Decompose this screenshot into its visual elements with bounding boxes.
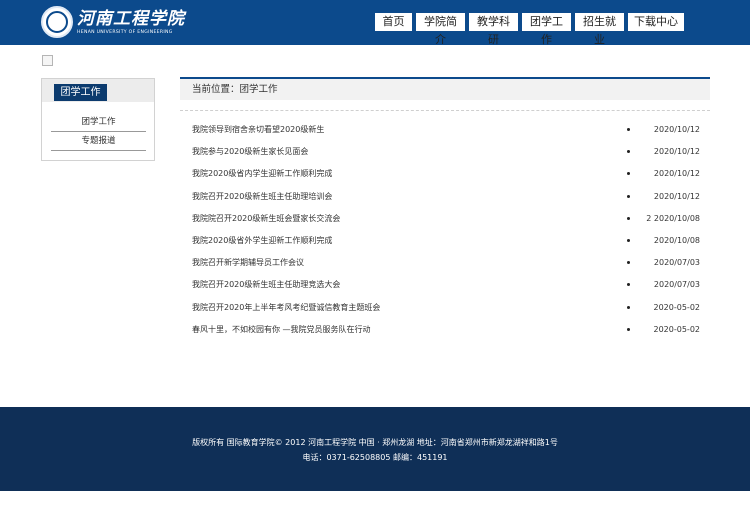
nav-student-affairs[interactable]: 团学工作	[522, 13, 571, 46]
nav-admissions[interactable]: 招生就业	[575, 13, 624, 46]
bullet-icon	[627, 217, 630, 220]
news-title[interactable]: 我院召开2020年上半年考风考纪暨诚信教育主题班会	[192, 301, 380, 315]
site-header: 河南工程学院 HENAN UNIVERSITY OF ENGINEERING 首…	[0, 0, 750, 46]
news-item[interactable]: 我院院召开2020级新生班会暨家长交流会 2 2020/10/08	[192, 212, 700, 226]
news-title[interactable]: 我院领导到宿舍亲切看望2020级新生	[192, 123, 324, 137]
bullet-icon	[627, 195, 630, 198]
news-title[interactable]: 我院召开2020级新生班主任助理培训会	[192, 190, 332, 204]
sidebar-item-special-reports[interactable]: 专题报道	[51, 132, 146, 151]
bullet-icon	[627, 261, 630, 264]
news-item[interactable]: 我院2020级省外学生迎新工作顺利完成 2020/10/08	[192, 234, 700, 248]
sidebar-item-student-affairs[interactable]: 团学工作	[51, 113, 146, 132]
news-date: 2020/07/03	[653, 258, 700, 267]
news-date: 2020-05-02	[653, 303, 701, 312]
news-item[interactable]: 我院召开2020年上半年考风考纪暨诚信教育主题班会 2020-05-02	[192, 301, 700, 315]
news-date: 2020/10/12	[653, 192, 700, 201]
news-date: 2020/10/08	[653, 236, 700, 245]
news-item[interactable]: 我院召开新学期辅导员工作会议 2020/07/03	[192, 256, 700, 270]
site-footer: 版权所有 国际教育学院© 2012 河南工程学院 中国 · 郑州龙湖 地址：河南…	[0, 407, 750, 491]
news-date: 2 2020/10/08	[646, 214, 700, 223]
news-title[interactable]: 我院参与2020级新生家长见面会	[192, 145, 308, 159]
bullet-icon	[627, 328, 630, 331]
footer-copyright: 版权所有 国际教育学院© 2012 河南工程学院 中国 · 郑州龙湖 地址：河南…	[192, 438, 558, 447]
news-date: 2020/10/12	[653, 125, 700, 134]
site-logo[interactable]: 河南工程学院 HENAN UNIVERSITY OF ENGINEERING	[41, 5, 185, 39]
news-item[interactable]: 我院领导到宿舍亲切看望2020级新生 2020/10/12	[192, 123, 700, 137]
bullet-icon	[627, 306, 630, 309]
logo-chinese-name: 河南工程学院	[77, 8, 185, 29]
breadcrumb-bar: 当前位置：团学工作	[180, 79, 710, 100]
divider	[180, 110, 710, 111]
news-date: 2020-05-02	[653, 325, 701, 334]
nav-downloads[interactable]: 下载中心	[628, 13, 684, 31]
news-title[interactable]: 我院召开新学期辅导员工作会议	[192, 256, 304, 270]
news-item[interactable]: 我院召开2020级新生班主任助理培训会 2020/10/12	[192, 190, 700, 204]
news-date: 2020/10/12	[653, 147, 700, 156]
logo-english-name: HENAN UNIVERSITY OF ENGINEERING	[77, 29, 173, 35]
nav-teaching-research[interactable]: 教学科研	[469, 13, 518, 46]
news-title[interactable]: 春风十里，不如校园有你 —我院党员服务队在行动	[192, 323, 371, 337]
news-item[interactable]: 春风十里，不如校园有你 —我院党员服务队在行动 2020-05-02	[192, 323, 700, 337]
breadcrumb: 当前位置：团学工作	[192, 84, 278, 95]
bullet-icon	[627, 239, 630, 242]
news-title[interactable]: 我院召开2020级新生班主任助理竞选大会	[192, 278, 340, 292]
main-nav: 首页 学院简介 教学科研 团学工作 招生就业 下载中心	[375, 13, 688, 46]
broken-image-icon	[42, 55, 53, 66]
news-title[interactable]: 我院2020级省外学生迎新工作顺利完成	[192, 234, 332, 248]
news-item[interactable]: 我院参与2020级新生家长见面会 2020/10/12	[192, 145, 700, 159]
sidebar-title: 团学工作	[54, 84, 107, 101]
bullet-icon	[627, 172, 630, 175]
news-item[interactable]: 我院2020级省内学生迎新工作顺利完成 2020/10/12	[192, 167, 700, 181]
news-title[interactable]: 我院院召开2020级新生班会暨家长交流会	[192, 212, 340, 226]
nav-about[interactable]: 学院简介	[416, 13, 465, 46]
news-date: 2020/07/03	[653, 280, 700, 289]
footer-contact: 电话：0371-62508805 邮编：451191	[302, 453, 448, 462]
nav-home[interactable]: 首页	[375, 13, 412, 31]
university-seal-icon	[41, 6, 73, 38]
bullet-icon	[627, 150, 630, 153]
news-title[interactable]: 我院2020级省内学生迎新工作顺利完成	[192, 167, 332, 181]
bullet-icon	[627, 128, 630, 131]
news-date: 2020/10/12	[653, 169, 700, 178]
sidebar: 团学工作 团学工作 专题报道	[41, 78, 155, 161]
news-item[interactable]: 我院召开2020级新生班主任助理竞选大会 2020/07/03	[192, 278, 700, 292]
bullet-icon	[627, 283, 630, 286]
